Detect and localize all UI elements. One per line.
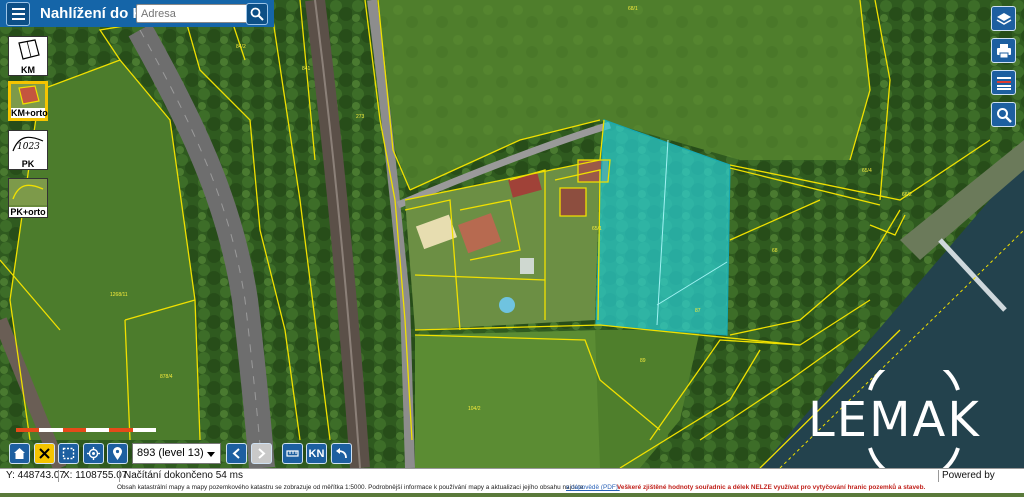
layer-km-orto-label: KM+orto bbox=[11, 108, 48, 118]
layer-pk-label: PK bbox=[21, 159, 35, 169]
layer-pk-orto-button[interactable]: PK+orto bbox=[8, 178, 48, 218]
pin-icon bbox=[113, 446, 122, 460]
svg-text:1023: 1023 bbox=[17, 142, 40, 152]
info-bar: Obsah katastrální mapy a mapy pozemkovéh… bbox=[0, 482, 1024, 493]
kn-button[interactable]: KN bbox=[306, 443, 327, 464]
parcel-number-label[interactable]: 84/2 bbox=[236, 44, 246, 50]
layer-km-orto-button[interactable]: KM+orto bbox=[8, 81, 48, 121]
menu-button[interactable] bbox=[6, 1, 30, 26]
km-map-icon bbox=[18, 39, 40, 60]
printer-icon bbox=[996, 43, 1011, 58]
search-button[interactable] bbox=[246, 3, 268, 25]
home-button[interactable] bbox=[9, 443, 30, 464]
chevron-left-icon bbox=[232, 448, 240, 459]
parcel-number-label[interactable]: 89 bbox=[640, 358, 646, 364]
layers-button[interactable] bbox=[991, 6, 1016, 31]
info-text: Obsah katastrální mapy a mapy pozemkovéh… bbox=[117, 484, 584, 491]
back-button[interactable] bbox=[331, 443, 352, 464]
parcel-number-label[interactable]: 65/4 bbox=[862, 168, 872, 174]
parcel-number-label[interactable]: 1268/11 bbox=[110, 292, 128, 298]
clear-button[interactable] bbox=[34, 443, 55, 464]
locate-icon bbox=[87, 447, 100, 460]
pin-button[interactable] bbox=[107, 443, 128, 464]
measure-button[interactable] bbox=[282, 443, 303, 464]
status-bar: Y: 448743.07 X: 1108755.07 Načítání doko… bbox=[0, 468, 1024, 495]
lemak-text: LEMAK bbox=[808, 392, 981, 448]
layer-pk-orto-label: PK+orto bbox=[9, 207, 47, 217]
back-icon bbox=[336, 448, 347, 459]
y-coordinate: Y: 448743.07 bbox=[6, 470, 65, 481]
previous-extent-button[interactable] bbox=[226, 443, 247, 464]
zoom-search-button[interactable] bbox=[991, 102, 1016, 127]
layers-icon bbox=[996, 12, 1011, 25]
parcel-number-label[interactable]: 68/1 bbox=[628, 6, 638, 12]
parcel-number-label[interactable]: 104/2 bbox=[468, 406, 481, 412]
parcel-number-label[interactable]: 87 bbox=[695, 308, 701, 314]
locate-button[interactable] bbox=[83, 443, 104, 464]
measure-icon bbox=[286, 450, 299, 457]
print-button[interactable] bbox=[991, 38, 1016, 63]
help-link[interactable]: v nápovědě (PDF). bbox=[566, 482, 620, 493]
home-icon bbox=[14, 448, 25, 459]
parcel-number-label[interactable]: 66/2 bbox=[902, 192, 912, 198]
magnifier-icon bbox=[996, 107, 1012, 123]
pk-orto-icon bbox=[9, 179, 47, 205]
search-icon bbox=[250, 7, 264, 21]
next-extent-button[interactable] bbox=[251, 443, 272, 464]
layer-km-label: KM bbox=[21, 65, 35, 75]
load-status: Načítání dokončeno 54 ms bbox=[124, 470, 243, 481]
parcel-number-label[interactable]: 65/1 bbox=[592, 226, 602, 232]
legend-button[interactable] bbox=[991, 70, 1016, 95]
scale-bar bbox=[16, 428, 156, 432]
close-icon bbox=[39, 448, 50, 459]
kn-label: KN bbox=[308, 447, 325, 460]
parcel-number-label[interactable]: 841 bbox=[302, 66, 311, 72]
pk-map-icon: 1023 bbox=[12, 136, 44, 152]
km-orto-icon bbox=[11, 84, 45, 108]
zoom-level-select[interactable]: 893 (level 13) bbox=[132, 443, 221, 464]
chevron-right-icon bbox=[258, 448, 266, 459]
warning-text: Veškeré zjištěné hodnoty souřadnic a dél… bbox=[617, 484, 926, 491]
parcel-number-label[interactable]: 68 bbox=[772, 248, 778, 254]
select-area-button[interactable] bbox=[58, 443, 79, 464]
parcel-number-label[interactable]: 273 bbox=[356, 114, 365, 120]
layer-km-button[interactable]: KM bbox=[8, 36, 48, 76]
zoom-level-value: 893 (level 13) bbox=[137, 447, 204, 459]
parcel-number-label[interactable]: 878/4 bbox=[160, 374, 173, 380]
legend-icon bbox=[996, 76, 1011, 90]
x-coordinate: X: 1108755.07 bbox=[63, 470, 128, 481]
address-search-input[interactable] bbox=[136, 4, 252, 23]
lemak-watermark: LEMAK bbox=[808, 370, 1018, 468]
layer-pk-button[interactable]: 1023 PK bbox=[8, 130, 48, 170]
select-area-icon bbox=[62, 447, 75, 460]
chevron-down-icon bbox=[207, 452, 215, 457]
